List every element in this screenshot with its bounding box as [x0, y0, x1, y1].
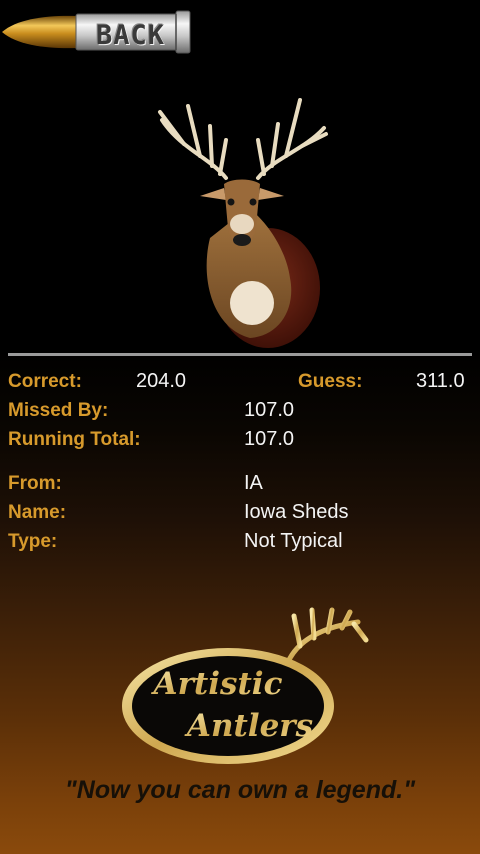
- missed-by-label: Missed By:: [8, 400, 109, 421]
- back-button[interactable]: BACK: [0, 8, 194, 56]
- artistic-antlers-logo: Artistic Antlers: [122, 607, 369, 764]
- running-total-value: 107.0: [244, 428, 295, 450]
- type-value: Not Typical: [244, 530, 343, 552]
- name-value: Iowa Sheds: [244, 501, 349, 523]
- guess-label: Guess:: [298, 371, 363, 392]
- from-label: From:: [8, 473, 62, 494]
- name-label: Name:: [8, 502, 67, 523]
- correct-value: 204.0: [136, 370, 187, 392]
- tagline: "Now you can own a legend.": [64, 776, 416, 804]
- logo-line-artistic: Artistic: [151, 666, 283, 702]
- correct-label: Correct:: [8, 371, 82, 392]
- from-value: IA: [244, 472, 263, 494]
- divider: [8, 353, 472, 356]
- back-label: BACK: [96, 20, 166, 51]
- deer-mount-image: [158, 98, 328, 348]
- missed-by-value: 107.0: [244, 399, 295, 421]
- running-total-label: Running Total:: [8, 429, 141, 450]
- type-label: Type:: [8, 531, 58, 552]
- logo-line-antlers: Antlers: [184, 708, 313, 744]
- guess-value: 311.0: [416, 370, 465, 392]
